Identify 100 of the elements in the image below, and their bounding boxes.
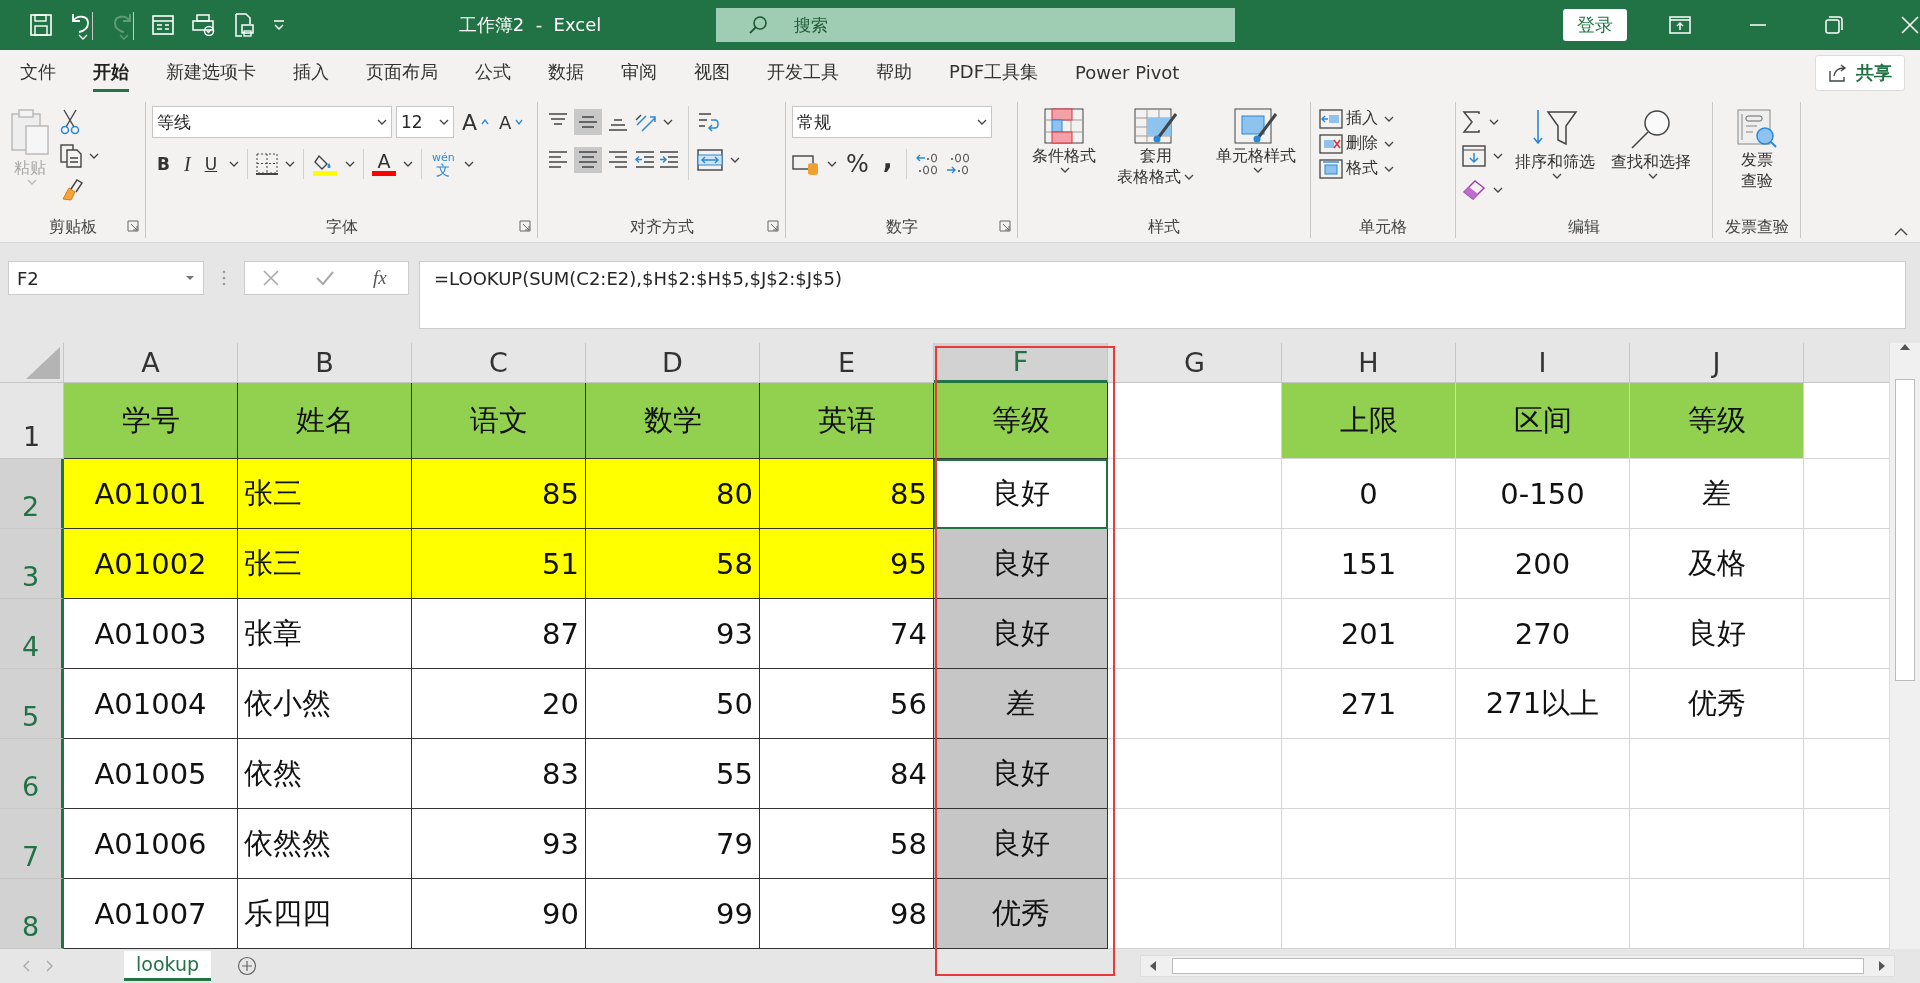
scroll-left-icon[interactable] xyxy=(1149,960,1157,972)
format-as-table-button[interactable]: 套用 表格格式 xyxy=(1113,106,1199,189)
caret-icon[interactable] xyxy=(463,161,474,167)
column-header[interactable]: A xyxy=(64,343,238,383)
save-icon[interactable] xyxy=(30,14,52,36)
phonetic-button[interactable]: wén 文 xyxy=(430,149,457,179)
menu-tab[interactable]: 新建选项卡 xyxy=(166,54,256,92)
menu-tab[interactable]: 公式 xyxy=(475,54,511,92)
insert-cells-button[interactable]: 插入 xyxy=(1317,106,1396,131)
column-header[interactable]: G xyxy=(1108,343,1282,383)
copy-icon[interactable] xyxy=(60,144,82,168)
sum-icon[interactable] xyxy=(1462,111,1482,133)
caret-icon[interactable] xyxy=(1384,140,1394,147)
menu-tab[interactable]: PDF工具集 xyxy=(949,54,1039,92)
menu-tab[interactable]: 帮助 xyxy=(876,54,912,92)
menu-tab[interactable]: 开发工具 xyxy=(767,54,839,92)
column-header[interactable]: F xyxy=(934,343,1108,383)
dialog-launcher-icon[interactable] xyxy=(999,220,1011,232)
column-header[interactable]: I xyxy=(1456,343,1630,383)
underline-button[interactable]: U xyxy=(199,152,223,176)
print-icon[interactable] xyxy=(234,13,254,37)
column-header[interactable]: B xyxy=(238,343,412,383)
caret-icon[interactable] xyxy=(403,161,414,167)
row-header[interactable]: 7 xyxy=(0,809,64,879)
ribbon-display-icon[interactable] xyxy=(1669,16,1691,34)
sign-in-button[interactable]: 登录 xyxy=(1563,9,1627,41)
row-header[interactable]: 1 xyxy=(0,383,64,459)
decrease-indent-icon[interactable] xyxy=(634,150,656,170)
row-header[interactable]: 6 xyxy=(0,739,64,809)
row-header[interactable]: 8 xyxy=(0,879,64,949)
fill-color-icon[interactable] xyxy=(312,152,339,176)
share-button[interactable]: 共享 xyxy=(1815,55,1905,91)
scroll-right-icon[interactable] xyxy=(1878,960,1886,972)
caret-icon[interactable] xyxy=(1184,173,1195,180)
column-header[interactable]: C xyxy=(412,343,586,383)
caret-icon[interactable] xyxy=(1384,115,1394,122)
menu-tab[interactable]: 视图 xyxy=(694,54,730,92)
caret-icon[interactable] xyxy=(89,153,99,159)
orientation-icon[interactable] xyxy=(634,111,658,133)
horizontal-scrollbar[interactable] xyxy=(1140,955,1895,977)
caret-icon[interactable] xyxy=(1384,165,1394,172)
menu-tab[interactable]: 插入 xyxy=(293,54,329,92)
caret-icon[interactable] xyxy=(977,119,987,125)
dialog-launcher-icon[interactable] xyxy=(519,220,531,232)
minimize-icon[interactable] xyxy=(1749,23,1767,27)
caret-icon[interactable] xyxy=(185,275,195,281)
delete-cells-button[interactable]: 删除 xyxy=(1317,131,1396,156)
cell-styles-button[interactable]: 单元格样式 xyxy=(1212,106,1301,176)
bold-button[interactable]: B xyxy=(152,152,175,176)
dialog-launcher-icon[interactable] xyxy=(127,220,139,232)
center-button[interactable] xyxy=(574,147,602,173)
conditional-formatting-button[interactable]: 条件格式 xyxy=(1027,106,1100,176)
format-cells-button[interactable]: 格式 xyxy=(1317,156,1396,181)
caret-icon[interactable] xyxy=(1252,167,1263,174)
number-format-field[interactable]: 常规 xyxy=(792,106,992,138)
caret-icon[interactable] xyxy=(345,161,356,167)
find-select-button[interactable]: 查找和选择 xyxy=(1607,106,1695,182)
undo-icon[interactable] xyxy=(70,12,92,34)
caret-icon[interactable] xyxy=(285,161,296,167)
wrap-text-icon[interactable] xyxy=(697,110,721,134)
invoice-check-button[interactable]: 发票 查验 xyxy=(1732,106,1781,193)
row-header[interactable]: 4 xyxy=(0,599,64,669)
caret-icon[interactable] xyxy=(1647,173,1658,180)
caret-icon[interactable] xyxy=(439,119,449,125)
fill-down-icon[interactable] xyxy=(1462,145,1486,167)
caret-icon[interactable] xyxy=(1060,167,1071,174)
column-header[interactable]: E xyxy=(760,343,934,383)
print-preview-icon[interactable] xyxy=(192,14,216,36)
decrease-decimal-icon[interactable] xyxy=(944,152,971,176)
menu-tab[interactable]: Power Pivot xyxy=(1075,55,1180,91)
font-size-field[interactable]: 12 xyxy=(396,106,454,138)
comma-button[interactable]: , xyxy=(877,150,898,178)
font-name-field[interactable]: 等线 xyxy=(152,106,392,138)
menu-tab[interactable]: 数据 xyxy=(548,54,584,92)
column-header[interactable]: D xyxy=(586,343,760,383)
vertical-scrollbar[interactable] xyxy=(1889,343,1920,949)
increase-indent-icon[interactable] xyxy=(658,150,680,170)
currency-icon[interactable] xyxy=(792,153,820,175)
column-header[interactable]: H xyxy=(1282,343,1456,383)
caret-icon[interactable] xyxy=(229,161,240,167)
middle-align-button[interactable] xyxy=(574,109,602,135)
font-color-button[interactable]: A xyxy=(373,152,395,171)
caret-icon[interactable] xyxy=(1551,173,1562,180)
percent-button[interactable]: % xyxy=(841,148,874,180)
name-box[interactable]: F2 xyxy=(8,261,204,295)
row-header[interactable]: 5 xyxy=(0,669,64,739)
row-header[interactable]: 2 xyxy=(0,459,64,529)
restore-icon[interactable] xyxy=(1825,16,1843,34)
caret-icon[interactable] xyxy=(377,119,387,125)
italic-button[interactable]: I xyxy=(178,150,196,178)
merge-center-icon[interactable] xyxy=(697,149,723,171)
eraser-icon[interactable] xyxy=(1462,179,1486,201)
sheet-tab[interactable]: lookup xyxy=(124,951,212,981)
customize-icon[interactable] xyxy=(272,19,286,31)
decrease-font-button[interactable]: A xyxy=(493,111,512,133)
caret-icon[interactable] xyxy=(1493,187,1503,193)
menu-tab[interactable]: 文件 xyxy=(20,54,56,92)
dialog-launcher-icon[interactable] xyxy=(767,220,779,232)
close-icon[interactable] xyxy=(1901,16,1919,34)
caret-icon[interactable] xyxy=(827,161,837,167)
